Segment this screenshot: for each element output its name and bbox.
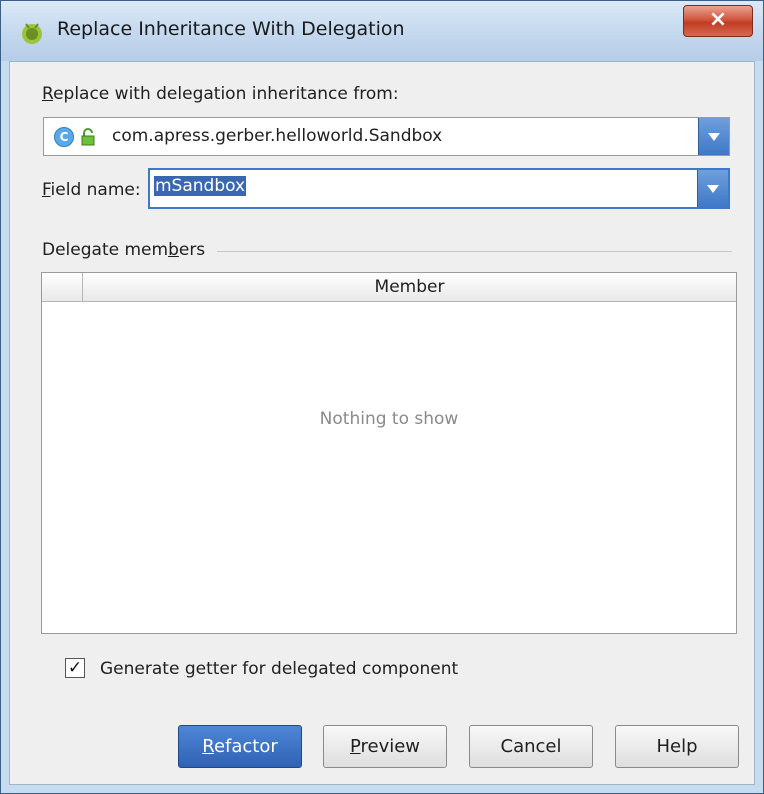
member-column-header[interactable]: Member [83,273,736,301]
empty-state-text: Nothing to show [319,409,459,429]
close-icon: × [708,7,728,32]
dialog-window: Replace Inheritance With Delegation × Re… [0,0,764,794]
android-icon [22,23,42,44]
lock-icon [81,128,95,146]
class-combobox[interactable]: C com.apress.gerber.helloworld.Sandbox [43,117,730,156]
class-value: com.apress.gerber.helloworld.Sandbox [112,126,443,146]
refactor-button[interactable]: Refactor [178,725,302,768]
delegate-members-label: Delegate members [42,240,206,260]
preview-button[interactable]: Preview [323,725,447,768]
generate-getter-label[interactable]: Generate getter for delegated component [100,659,458,679]
field-name-label: Field name: [42,180,141,200]
table-header: Member [42,273,736,302]
cancel-button[interactable]: Cancel [469,725,593,768]
checkbox-column-header[interactable] [42,273,83,301]
members-table[interactable]: Member Nothing to show [41,272,737,634]
chevron-down-icon[interactable] [698,118,729,155]
chevron-down-icon[interactable] [697,170,728,207]
help-button[interactable]: Help [615,725,739,768]
dialog-title: Replace Inheritance With Delegation [57,18,405,40]
close-button[interactable]: × [683,5,753,37]
class-icon: C [54,127,74,147]
dialog-content: Replace with delegation inheritance from… [9,61,755,785]
generate-getter-checkbox[interactable]: ✓ [65,658,85,678]
field-name-combobox[interactable]: mSandbox [148,168,730,209]
check-icon: ✓ [67,658,83,678]
title-bar[interactable]: Replace Inheritance With Delegation × [1,1,763,61]
field-name-input[interactable]: mSandbox [154,176,247,196]
section-divider [217,251,732,252]
replace-from-label: Replace with delegation inheritance from… [42,84,399,104]
